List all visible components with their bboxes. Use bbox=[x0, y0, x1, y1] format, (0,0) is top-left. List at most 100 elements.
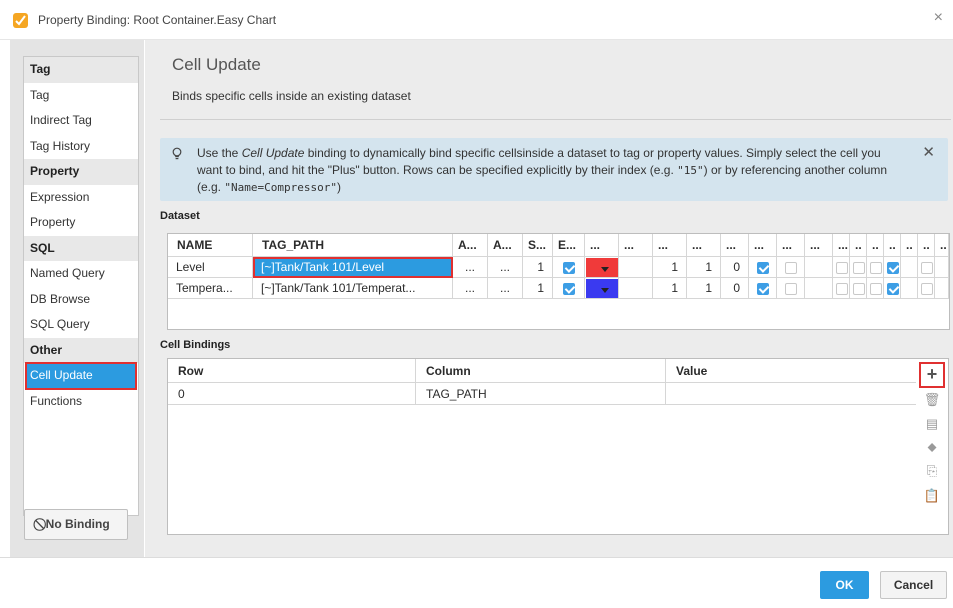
checkbox[interactable] bbox=[852, 262, 865, 274]
delete-binding-button[interactable]: 🗑 bbox=[922, 390, 942, 410]
dataset-column-header[interactable]: ... bbox=[687, 234, 721, 257]
checkbox[interactable] bbox=[852, 283, 865, 295]
checkbox[interactable] bbox=[757, 262, 769, 274]
checkbox[interactable] bbox=[920, 262, 933, 274]
dataset-cell[interactable]: 1 bbox=[523, 278, 553, 299]
cell-bindings-column-header[interactable]: Row bbox=[168, 359, 416, 383]
cell-bindings-table[interactable]: Row Column Value 0 TAG_PATH bbox=[167, 358, 918, 535]
dataset-column-header[interactable]: E... bbox=[553, 234, 585, 257]
dataset-cell-checkbox[interactable] bbox=[884, 257, 901, 278]
dataset-cell-checkbox[interactable] bbox=[850, 278, 867, 299]
dataset-column-header[interactable]: ... bbox=[833, 234, 850, 257]
sidebar-item[interactable]: Expression bbox=[24, 185, 138, 211]
add-binding-button[interactable]: + bbox=[919, 362, 945, 388]
dataset-column-header[interactable]: ... bbox=[653, 234, 687, 257]
dataset-cell-checkbox[interactable] bbox=[918, 278, 935, 299]
dataset-column-header[interactable]: .. bbox=[918, 234, 935, 257]
sidebar-item[interactable]: Property bbox=[24, 210, 138, 236]
checkbox[interactable] bbox=[835, 283, 848, 295]
paste-binding-button[interactable]: 📋 bbox=[922, 486, 942, 506]
dataset-cell[interactable]: 1 bbox=[687, 278, 721, 299]
dataset-cell[interactable] bbox=[935, 278, 949, 299]
sidebar-item[interactable]: Cell Update bbox=[25, 362, 137, 390]
dataset-cell[interactable]: 1 bbox=[523, 257, 553, 278]
color-swatch[interactable] bbox=[586, 279, 618, 298]
dataset-cell[interactable]: 1 bbox=[687, 257, 721, 278]
cell-bindings-cell[interactable]: TAG_PATH bbox=[416, 383, 666, 405]
dataset-cell-tag-path[interactable]: [~]Tank/Tank 101/Temperat... bbox=[253, 278, 453, 299]
dataset-cell-checkbox[interactable] bbox=[749, 257, 777, 278]
cell-bindings-column-header[interactable]: Column bbox=[416, 359, 666, 383]
dataset-cell-checkbox[interactable] bbox=[833, 257, 850, 278]
dataset-column-header[interactable]: TAG_PATH bbox=[253, 234, 453, 257]
sidebar-item[interactable]: Functions bbox=[24, 389, 138, 415]
checkbox[interactable] bbox=[785, 262, 797, 274]
dataset-cell[interactable] bbox=[805, 278, 833, 299]
dataset-cell-checkbox[interactable] bbox=[777, 257, 805, 278]
color-swatch[interactable] bbox=[586, 258, 618, 277]
checkbox[interactable] bbox=[835, 262, 848, 274]
dataset-cell[interactable]: 1 bbox=[653, 257, 687, 278]
dataset-cell-checkbox[interactable] bbox=[553, 257, 585, 278]
sidebar-item[interactable]: DB Browse bbox=[24, 287, 138, 313]
checkbox[interactable] bbox=[563, 262, 575, 274]
ok-button[interactable]: OK bbox=[820, 571, 869, 599]
dataset-cell-checkbox[interactable] bbox=[850, 257, 867, 278]
checkbox[interactable] bbox=[785, 283, 797, 295]
sidebar-item[interactable]: Tag History bbox=[24, 134, 138, 160]
dataset-column-header[interactable]: ... bbox=[721, 234, 749, 257]
dataset-cell-checkbox[interactable] bbox=[918, 257, 935, 278]
edit-binding-button[interactable]: ▤ bbox=[922, 414, 942, 434]
dataset-column-header[interactable]: .. bbox=[901, 234, 918, 257]
dataset-cell[interactable]: ... bbox=[453, 278, 488, 299]
checkbox[interactable] bbox=[920, 283, 933, 295]
dataset-column-header[interactable]: NAME bbox=[168, 234, 253, 257]
tag-icon-button[interactable]: ⬥ bbox=[922, 437, 942, 457]
dataset-cell[interactable]: ... bbox=[453, 257, 488, 278]
dataset-cell-tag-path[interactable]: [~]Tank/Tank 101/Level bbox=[253, 257, 453, 278]
dataset-column-header[interactable]: ... bbox=[749, 234, 777, 257]
dataset-cell[interactable] bbox=[935, 257, 949, 278]
dataset-column-header[interactable]: ... bbox=[585, 234, 619, 257]
dataset-column-header[interactable]: .. bbox=[867, 234, 884, 257]
cell-bindings-row[interactable]: 0 TAG_PATH bbox=[168, 383, 917, 406]
cell-bindings-column-header[interactable]: Value bbox=[666, 359, 917, 383]
dataset-cell-checkbox[interactable] bbox=[553, 278, 585, 299]
no-binding-button[interactable]: ⃠ No Binding bbox=[24, 509, 128, 540]
close-icon[interactable]: × bbox=[934, 9, 943, 27]
dataset-cell[interactable]: 0 bbox=[721, 278, 749, 299]
checkbox[interactable] bbox=[869, 262, 882, 274]
dataset-cell[interactable] bbox=[619, 278, 653, 299]
sidebar-item[interactable]: Indirect Tag bbox=[24, 108, 138, 134]
dataset-cell-checkbox[interactable] bbox=[749, 278, 777, 299]
dataset-row[interactable]: Tempera... [~]Tank/Tank 101/Temperat.....… bbox=[168, 278, 949, 301]
dataset-cell[interactable]: ... bbox=[488, 257, 523, 278]
dataset-cell[interactable]: ... bbox=[488, 278, 523, 299]
dataset-cell[interactable] bbox=[619, 257, 653, 278]
dataset-column-header[interactable]: .. bbox=[935, 234, 949, 257]
checkbox[interactable] bbox=[757, 283, 769, 295]
dataset-cell-color[interactable] bbox=[585, 278, 619, 299]
dataset-cell-checkbox[interactable] bbox=[867, 257, 884, 278]
dataset-cell[interactable]: 1 bbox=[653, 278, 687, 299]
dataset-cell-name[interactable]: Level bbox=[168, 257, 253, 278]
dataset-cell-name[interactable]: Tempera... bbox=[168, 278, 253, 299]
dataset-column-header[interactable]: .. bbox=[884, 234, 901, 257]
cell-bindings-cell[interactable] bbox=[666, 383, 917, 405]
dataset-cell[interactable] bbox=[901, 257, 918, 278]
checkbox[interactable] bbox=[886, 283, 899, 295]
dataset-cell-checkbox[interactable] bbox=[777, 278, 805, 299]
dataset-table[interactable]: NAME TAG_PATH A... A... S... E...............… bbox=[167, 233, 950, 330]
checkbox[interactable] bbox=[886, 262, 899, 274]
dataset-cell[interactable] bbox=[805, 257, 833, 278]
dataset-column-header[interactable]: ... bbox=[619, 234, 653, 257]
dataset-row[interactable]: Level [~]Tank/Tank 101/Level...... 1 1 1 0 bbox=[168, 257, 949, 280]
dataset-column-header[interactable]: .. bbox=[850, 234, 867, 257]
dataset-column-header[interactable]: S... bbox=[523, 234, 553, 257]
copy-binding-button[interactable]: ⎘ bbox=[922, 461, 942, 481]
dataset-column-header[interactable]: A... bbox=[453, 234, 488, 257]
dataset-cell[interactable]: 0 bbox=[721, 257, 749, 278]
sidebar-item[interactable]: Named Query bbox=[24, 261, 138, 287]
dataset-column-header[interactable]: A... bbox=[488, 234, 523, 257]
dataset-cell[interactable] bbox=[901, 278, 918, 299]
